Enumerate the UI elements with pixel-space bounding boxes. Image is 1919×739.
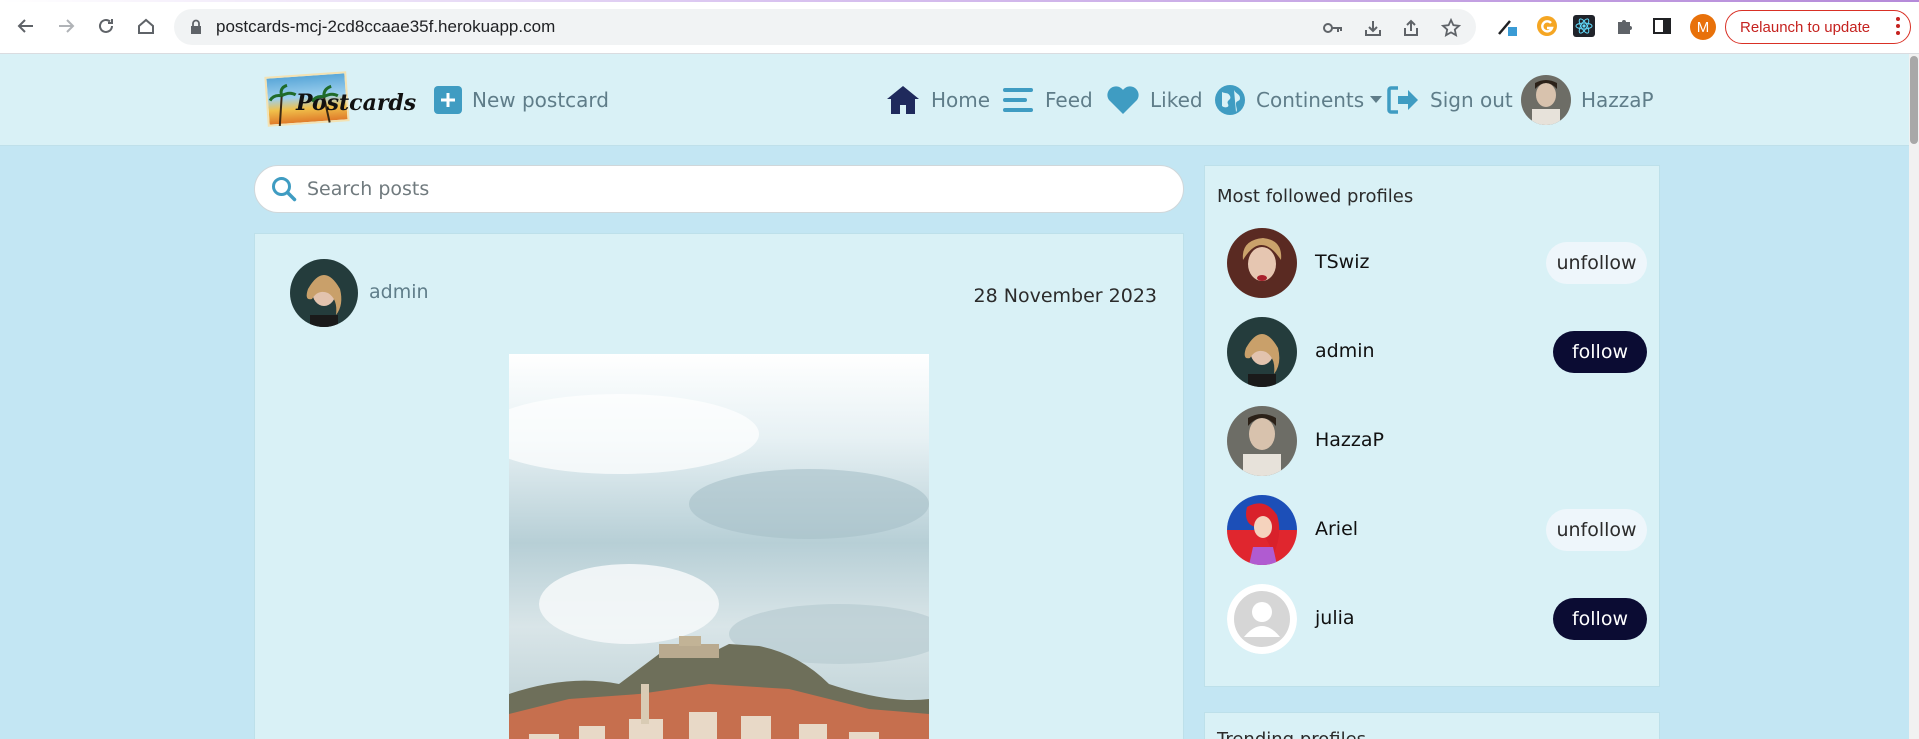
reload-icon[interactable] [94,14,118,38]
continents-label: Continents [1256,88,1365,112]
page-scrollbar[interactable] [1909,54,1919,739]
react-devtools-extension-icon[interactable] [1572,14,1596,38]
new-postcard-label: New postcard [472,88,609,112]
profile-link[interactable]: HazzaP [1521,75,1654,125]
url-text[interactable]: postcards-mcj-2cd8ccaae35f.herokuapp.com [216,17,555,37]
home-icon [885,84,921,116]
globe-icon [1214,84,1246,116]
install-icon[interactable] [1362,17,1384,39]
username-label: HazzaP [1581,88,1654,112]
profile-name[interactable]: Ariel [1315,518,1358,540]
color-picker-extension-icon[interactable] [1495,14,1519,38]
post-author-avatar[interactable] [290,259,358,327]
feed-label: Feed [1045,88,1093,112]
post-author-name[interactable]: admin [369,281,429,303]
caret-down-icon [1370,96,1383,104]
sign-out-icon [1386,85,1420,115]
side-panel-icon[interactable] [1650,14,1674,38]
post-card: admin 28 November 2023 [254,233,1184,739]
home-link[interactable]: Home [885,82,990,118]
share-icon[interactable] [1400,17,1422,39]
profile-avatar-hazzap[interactable] [1227,406,1297,476]
follow-button[interactable]: follow [1553,331,1647,373]
profile-row: HazzaP [1227,406,1647,478]
profile-row: admin follow [1227,317,1647,389]
forward-arrow-icon[interactable] [54,14,78,38]
sign-out-label: Sign out [1430,88,1513,112]
profile-avatar-ariel[interactable] [1227,495,1297,565]
kebab-menu-icon[interactable] [1896,17,1900,35]
tab-strip-edge [0,0,1919,2]
address-bar[interactable]: postcards-mcj-2cd8ccaae35f.herokuapp.com [174,9,1476,45]
sign-out-link[interactable]: Sign out [1386,82,1513,118]
continents-dropdown[interactable]: Continents [1214,82,1383,118]
browser-chrome: postcards-mcj-2cd8ccaae35f.herokuapp.com… [0,0,1919,54]
key-icon[interactable] [1322,17,1344,39]
home-label: Home [931,88,991,112]
scrollbar-thumb[interactable] [1910,56,1918,144]
extensions-puzzle-icon[interactable] [1612,14,1636,38]
unfollow-button[interactable]: unfollow [1546,242,1647,284]
profile-row: Ariel unfollow [1227,495,1647,567]
profile-row: julia follow [1227,584,1647,656]
search-bar[interactable] [254,165,1184,213]
post-image[interactable] [509,354,929,739]
profile-avatar-julia[interactable] [1227,584,1297,654]
search-input[interactable] [307,178,1147,200]
logo-text: Postcards [296,90,417,116]
trending-profiles-panel: Trending profiles [1204,712,1660,739]
profile-name[interactable]: HazzaP [1315,429,1384,451]
heart-icon [1106,85,1140,115]
bookmark-star-icon[interactable] [1440,17,1462,39]
panel-title: Most followed profiles [1217,186,1414,207]
unfollow-button[interactable]: unfollow [1546,509,1647,551]
relaunch-label: Relaunch to update [1740,18,1871,36]
profile-avatar-admin[interactable] [1227,317,1297,387]
profile-avatar-tswiz[interactable] [1227,228,1297,298]
lock-icon [190,19,202,39]
relaunch-button[interactable]: Relaunch to update [1725,10,1911,44]
new-postcard-link[interactable]: New postcard [434,82,609,118]
home-browser-icon[interactable] [134,14,158,38]
profile-name[interactable]: TSwiz [1315,251,1369,273]
liked-link[interactable]: Liked [1106,82,1203,118]
browser-profile-avatar[interactable]: M [1690,14,1716,40]
feed-lines-icon [1003,86,1035,114]
liked-label: Liked [1150,88,1203,112]
back-arrow-icon[interactable] [14,14,38,38]
post-date: 28 November 2023 [973,285,1157,307]
app-navbar: Postcards New postcard Home Feed Liked C… [0,54,1909,146]
search-icon [271,176,297,202]
feed-link[interactable]: Feed [1003,82,1093,118]
profile-name[interactable]: admin [1315,340,1375,362]
site-logo[interactable]: Postcards [264,70,416,130]
profile-row: TSwiz unfollow [1227,228,1647,300]
user-avatar [1521,75,1571,125]
trending-title: Trending profiles [1217,729,1366,739]
plus-square-icon [434,86,462,114]
most-followed-profiles-panel: Most followed profiles TSwiz unfollow ad… [1204,165,1660,687]
follow-button[interactable]: follow [1553,598,1647,640]
profile-name[interactable]: julia [1315,607,1355,629]
grammarly-extension-icon[interactable] [1535,14,1559,38]
